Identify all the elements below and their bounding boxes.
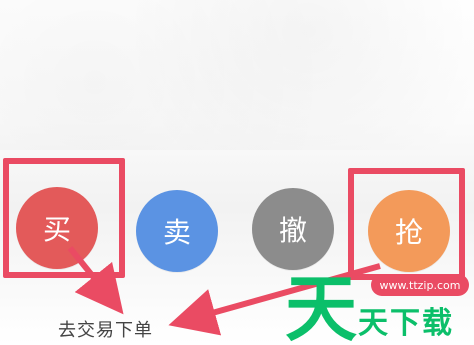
watermark-logo-char: 天 <box>285 268 357 345</box>
grab-highlight-box <box>348 168 465 280</box>
blurred-top-area <box>0 0 474 150</box>
screenshot-page: 买 卖 撤 抢 去交易下单 天 www.ttzip.com 天下载 <box>0 0 474 345</box>
watermark-text: 天下载 <box>358 306 454 341</box>
site-watermark: 天 www.ttzip.com 天下载 <box>285 268 474 345</box>
watermark-logo: 天 <box>285 268 357 345</box>
buy-highlight-box <box>3 158 125 278</box>
watermark-url: www.ttzip.com <box>371 274 469 296</box>
cancel-order-button[interactable]: 撤 <box>252 188 334 270</box>
sell-button[interactable]: 卖 <box>136 190 218 272</box>
caption-text: 去交易下单 <box>58 320 153 341</box>
